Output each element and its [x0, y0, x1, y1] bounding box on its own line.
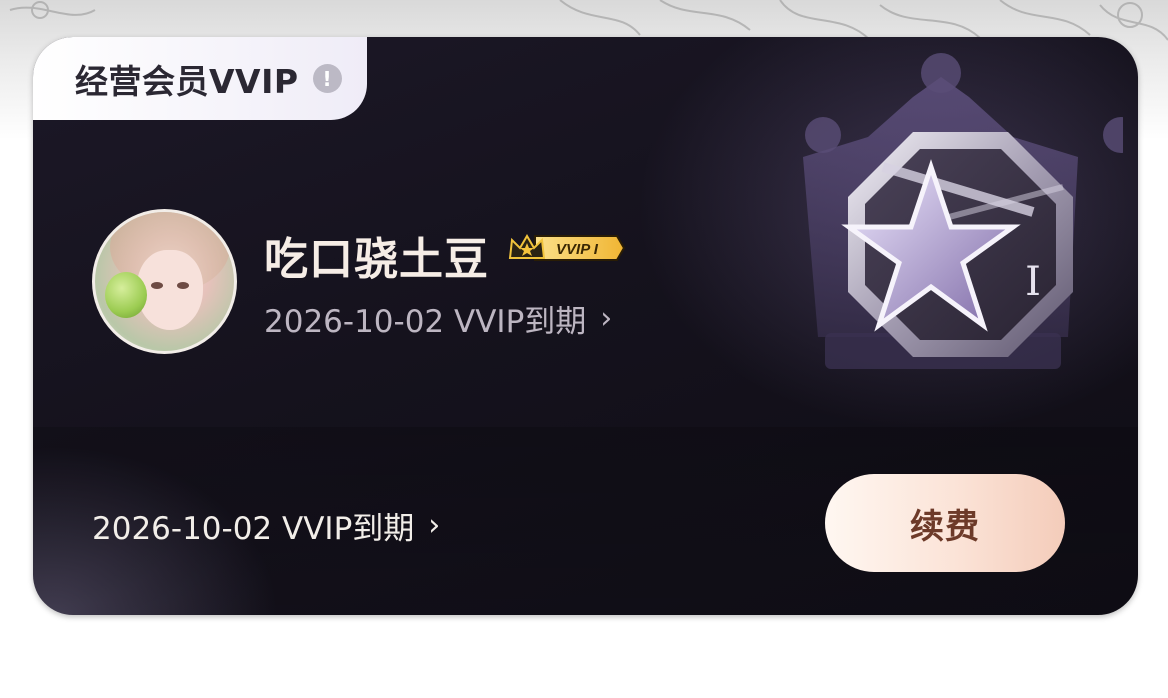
username: 吃口骁土豆 — [264, 234, 489, 285]
badge-text: VVIP I — [556, 241, 599, 258]
info-icon[interactable]: ! — [312, 64, 342, 93]
expiry-date-link-bottom[interactable]: 2026-10-02 VVIP到期 › — [92, 503, 440, 548]
avatar[interactable] — [92, 209, 237, 354]
chevron-right-icon: › — [428, 508, 441, 543]
expiry-date-text-bottom: 2026-10-02 VVIP到期 — [92, 511, 415, 547]
chevron-right-icon: › — [600, 301, 613, 336]
star-crown-emblem-icon: I — [803, 53, 1123, 369]
renew-button[interactable]: 续费 — [825, 474, 1065, 572]
vvip-level-badge: VVIP I — [508, 234, 625, 261]
membership-type-label: 经营会员VVIP — [75, 61, 299, 101]
expiry-date-text: 2026-10-02 VVIP到期 — [264, 304, 587, 340]
membership-type-tag: 经营会员VVIP ! — [33, 37, 367, 120]
expiry-date-link[interactable]: 2026-10-02 VVIP到期 › — [264, 296, 612, 341]
vvip-membership-card: 经营会员VVIP ! 吃口骁土豆 VVIP I 2026-10-02 VVIP到… — [33, 37, 1138, 615]
emblem-level-text: I — [1025, 259, 1041, 305]
